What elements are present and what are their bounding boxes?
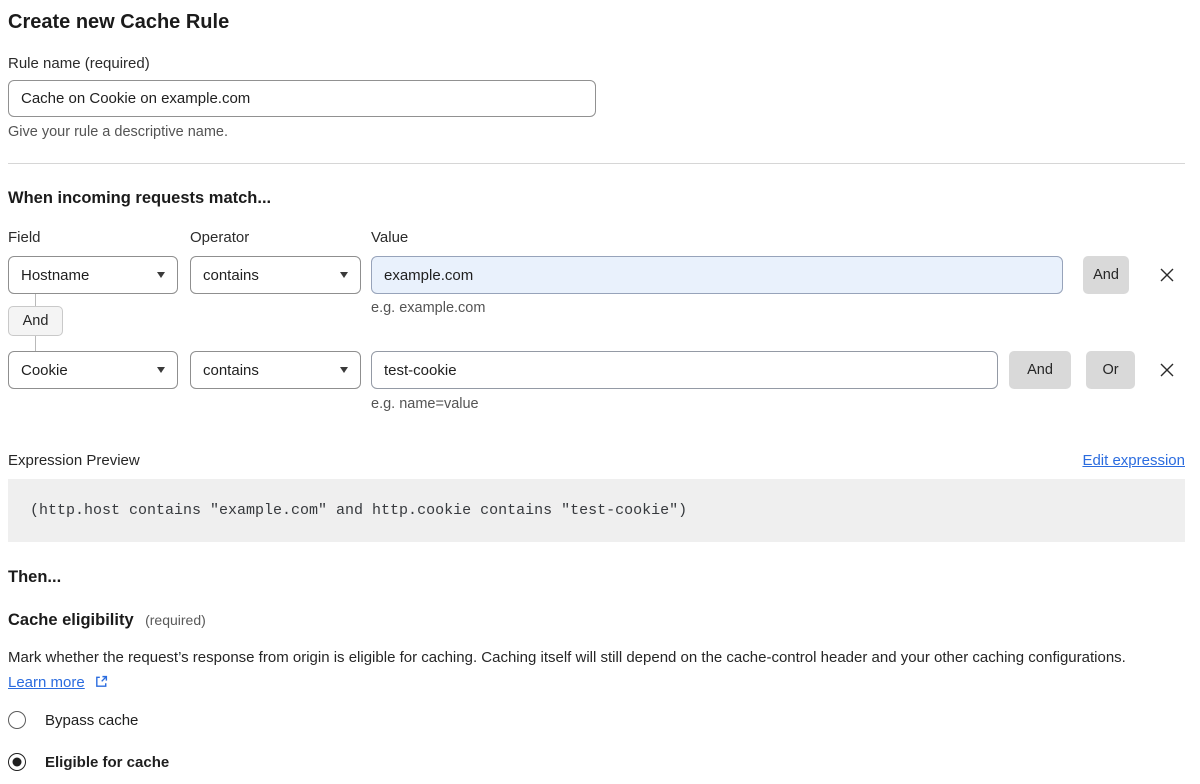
create-cache-rule-page: Create new Cache Rule Rule name (require… — [0, 0, 1200, 771]
value-hint-2: e.g. name=value — [371, 395, 1185, 413]
radio-selected-icon[interactable] — [8, 753, 26, 771]
expression-preview-label: Expression Preview — [8, 451, 140, 470]
close-icon — [1158, 361, 1176, 379]
operator-select-1-value: contains — [203, 267, 259, 284]
operator-select-2-value: contains — [203, 362, 259, 379]
rule-name-helper: Give your rule a descriptive name. — [8, 123, 1185, 141]
field-column-label: Field — [8, 229, 190, 247]
cache-eligibility-label: Cache eligibility — [8, 611, 134, 629]
value-column-label: Value — [371, 229, 1185, 247]
field-select-1-value: Hostname — [21, 267, 89, 284]
condition-row-2: Cookie contains And Or — [8, 351, 1185, 389]
then-heading: Then... — [8, 567, 1185, 587]
rule-name-input[interactable] — [8, 80, 596, 117]
condition-row-1: Hostname contains And — [8, 256, 1185, 294]
page-title: Create new Cache Rule — [8, 8, 1185, 36]
radio-unselected-icon[interactable] — [8, 711, 26, 729]
chevron-down-icon — [157, 367, 165, 373]
cache-eligibility-description: Mark whether the request’s response from… — [8, 645, 1168, 695]
chevron-down-icon — [340, 367, 348, 373]
edit-expression-link[interactable]: Edit expression — [1082, 452, 1185, 469]
external-link-icon — [94, 674, 109, 689]
radio-label: Eligible for cache — [45, 754, 169, 771]
radio-label: Bypass cache — [45, 712, 138, 729]
value-input-2[interactable] — [371, 351, 998, 389]
section-divider — [8, 163, 1185, 164]
operator-select-2[interactable]: contains — [190, 351, 361, 389]
field-select-2-value: Cookie — [21, 362, 68, 379]
chevron-down-icon — [157, 272, 165, 278]
value-input-1[interactable] — [371, 256, 1063, 294]
expression-header: Expression Preview Edit expression — [8, 451, 1185, 470]
match-section-heading: When incoming requests match... — [8, 188, 1185, 208]
connector-and-chip: And — [8, 306, 63, 336]
add-and-condition-button-2[interactable]: And — [1009, 351, 1071, 389]
value-hint-1: e.g. example.com — [371, 299, 485, 317]
field-select-1[interactable]: Hostname — [8, 256, 178, 294]
close-icon — [1158, 266, 1176, 284]
operator-column-label: Operator — [190, 229, 371, 247]
field-select-2[interactable]: Cookie — [8, 351, 178, 389]
cache-eligibility-heading-row: Cache eligibility (required) — [8, 610, 1185, 630]
chevron-down-icon — [340, 272, 348, 278]
radio-option-bypass-cache[interactable]: Bypass cache — [8, 711, 1185, 729]
description-text: Mark whether the request’s response from… — [8, 649, 1126, 666]
expression-preview-code: (http.host contains "example.com" and ht… — [8, 479, 1185, 542]
matcher-column-headers: Field Operator Value — [8, 229, 1185, 247]
remove-condition-button-2[interactable] — [1157, 351, 1177, 389]
add-or-condition-button-2[interactable]: Or — [1086, 351, 1135, 389]
operator-select-1[interactable]: contains — [190, 256, 361, 294]
radio-option-eligible-for-cache[interactable]: Eligible for cache — [8, 753, 1185, 771]
required-note: (required) — [145, 612, 206, 628]
add-and-condition-button-1[interactable]: And — [1083, 256, 1129, 294]
learn-more-link[interactable]: Learn more — [8, 674, 85, 691]
rule-name-label: Rule name (required) — [8, 55, 1185, 73]
remove-condition-button-1[interactable] — [1157, 256, 1177, 294]
condition-connector-zone: And e.g. example.com — [8, 294, 1185, 351]
